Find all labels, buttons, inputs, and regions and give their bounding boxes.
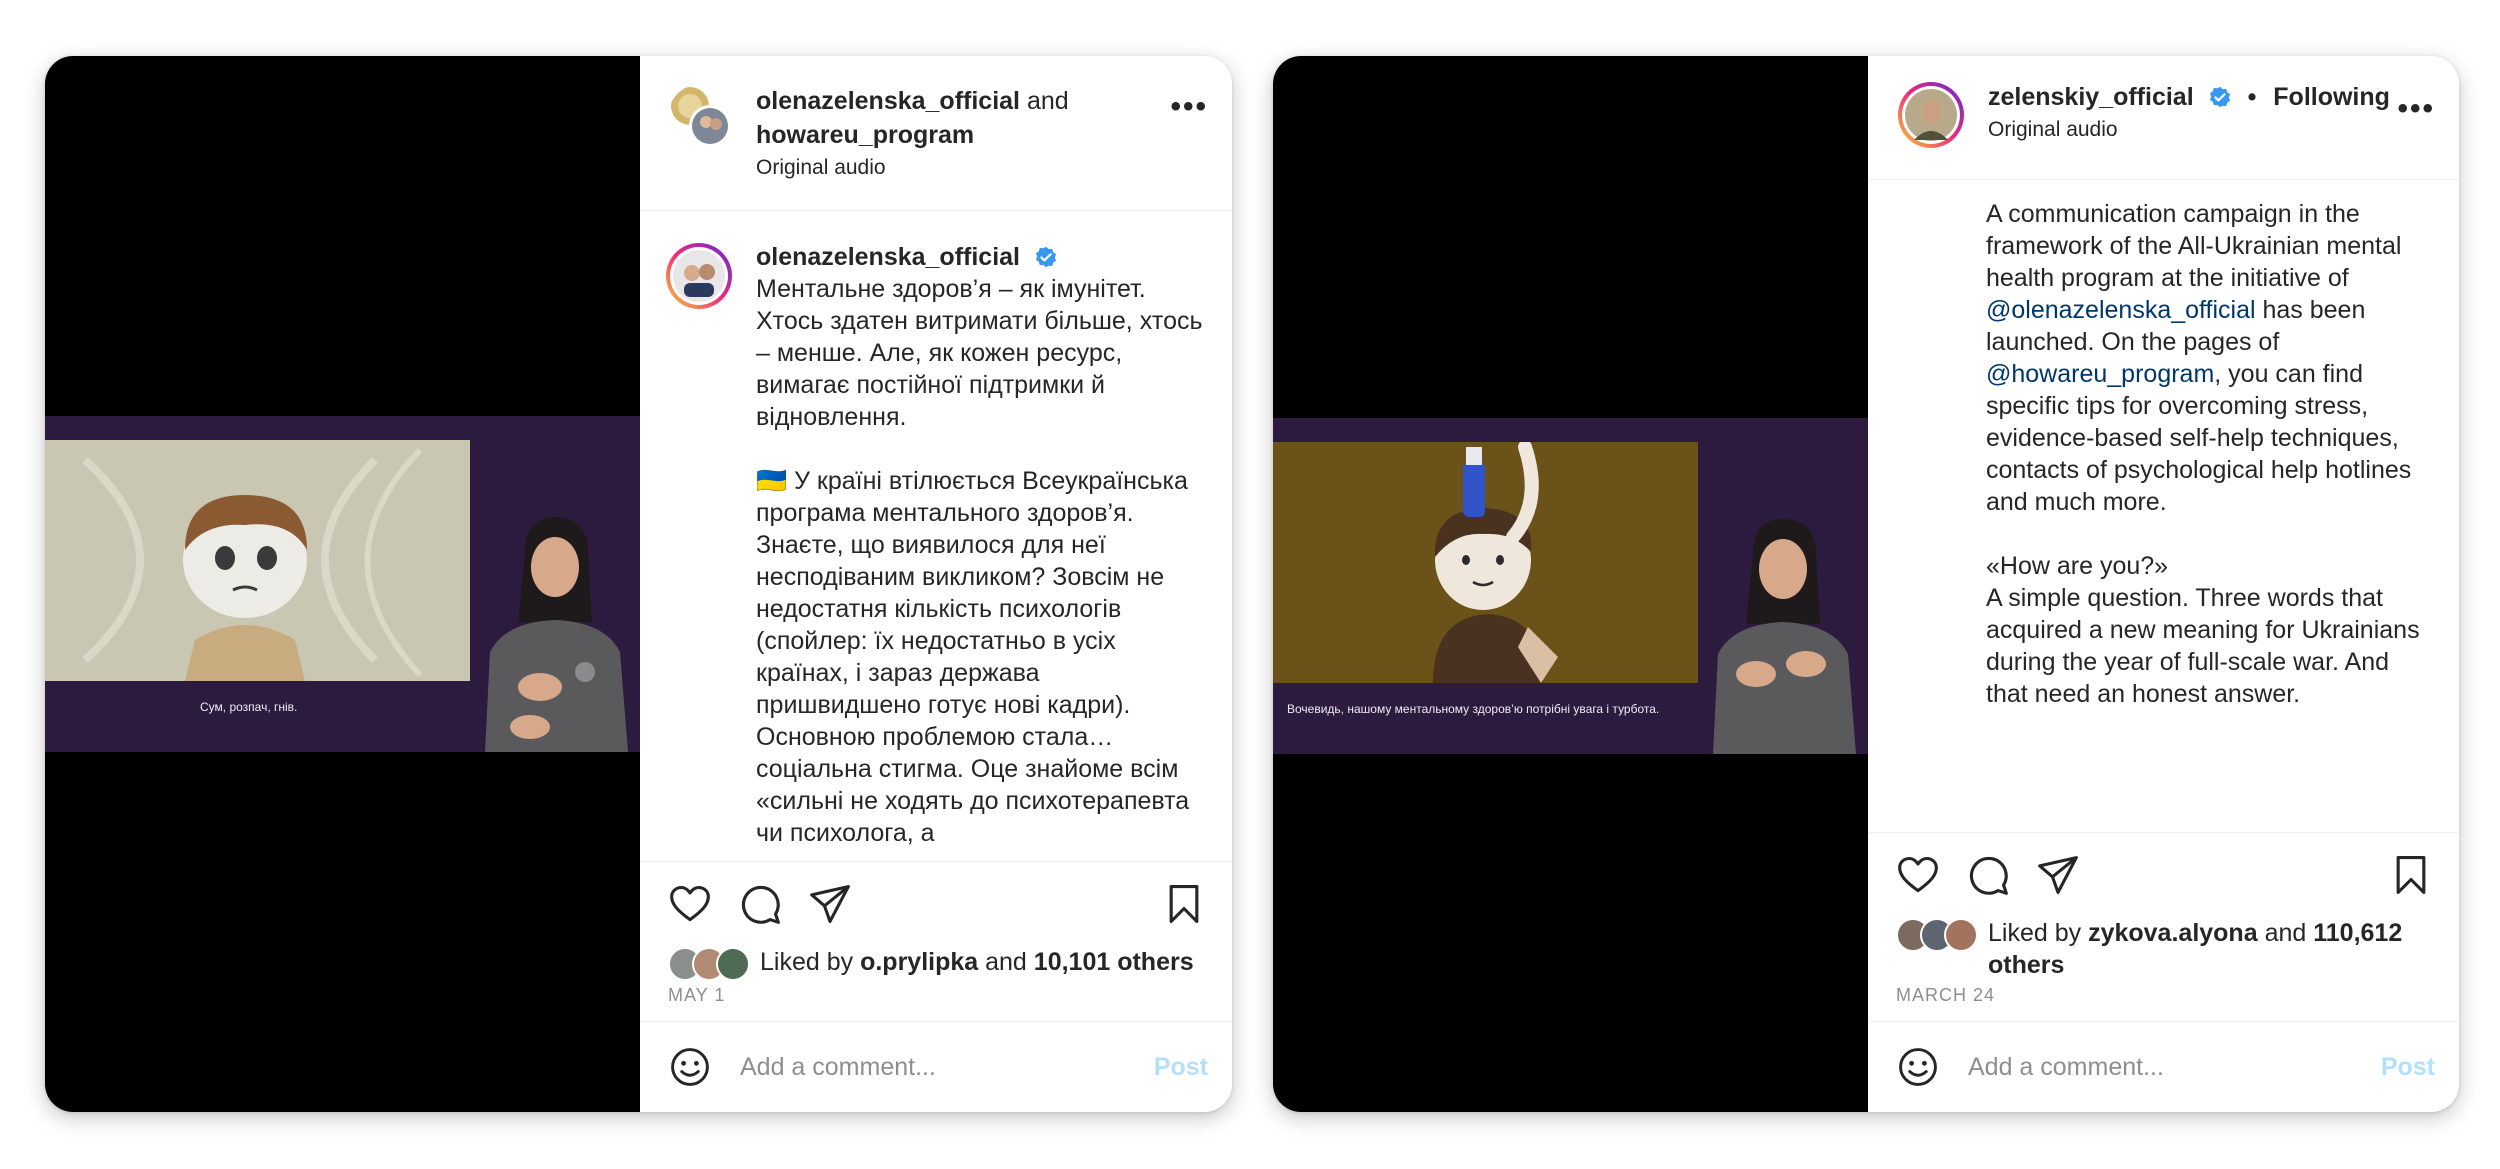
caption-text: «How are you?» xyxy=(1986,552,2169,580)
audio-label[interactable]: Original audio xyxy=(1988,114,2397,146)
likes-summary[interactable]: Liked by zykova.alyona and 110,612 other… xyxy=(1868,917,2459,981)
post-header: olenazelenska_official and howareu_progr… xyxy=(640,56,1232,211)
sign-language-interpreter xyxy=(1698,514,1868,754)
liker-avatars xyxy=(668,947,750,981)
more-options-icon[interactable]: ••• xyxy=(2397,92,2435,126)
video-player[interactable]: Вочевидь, нашому ментальному здоров’ю по… xyxy=(1273,56,1868,1112)
comment-input[interactable] xyxy=(1966,1051,2381,1083)
author-avatar[interactable] xyxy=(1896,80,1966,150)
caption-area[interactable]: olenazelenska_official Ментальне здоров’… xyxy=(640,211,1232,861)
video-frame: Вочевидь, нашому ментальному здоров’ю по… xyxy=(1273,418,1868,754)
emoji-icon[interactable] xyxy=(1896,1045,1940,1089)
likes-count[interactable]: 10,101 others xyxy=(1034,948,1194,976)
caption-paragraph: A communication campaign in the framewor… xyxy=(1986,198,2435,518)
verified-badge-icon xyxy=(2209,86,2230,108)
liker-avatar xyxy=(1944,918,1978,952)
liked-by-and: and xyxy=(985,948,1027,976)
heart-icon[interactable] xyxy=(1896,853,1940,897)
liked-by-user[interactable]: o.prylipka xyxy=(860,948,978,976)
post-panel: zelenskiy_official • Following Original … xyxy=(1868,56,2459,1112)
caption-text: A simple question. Three words that acqu… xyxy=(1986,584,2420,708)
more-options-icon[interactable]: ••• xyxy=(1170,90,1208,124)
comment-icon[interactable] xyxy=(1966,853,2010,897)
video-player[interactable]: Сум, розпач, гнів. xyxy=(45,56,640,1112)
comment-bar: Post xyxy=(640,1021,1232,1112)
action-bar xyxy=(640,861,1232,946)
mention-link[interactable]: @olenazelenska_official xyxy=(1986,296,2256,324)
header-connector: and xyxy=(1026,87,1069,115)
following-button[interactable]: Following xyxy=(2273,83,2390,111)
video-frame: Сум, розпач, гнів. xyxy=(45,416,640,752)
likes-summary[interactable]: Liked by o.prylipka and 10,101 others xyxy=(640,946,1232,981)
animation-flashlight-scene xyxy=(1273,442,1698,683)
emoji-icon[interactable] xyxy=(668,1045,712,1089)
share-icon[interactable] xyxy=(2036,853,2080,897)
header-username[interactable]: zelenskiy_official xyxy=(1988,83,2194,111)
audio-label[interactable]: Original audio xyxy=(756,152,1170,184)
post-comment-button[interactable]: Post xyxy=(1154,1053,1208,1082)
verified-badge-icon xyxy=(1035,246,1057,268)
caption-username[interactable]: olenazelenska_official xyxy=(756,243,1020,271)
liked-by-user[interactable]: zykova.alyona xyxy=(2088,919,2258,947)
post-comment-button[interactable]: Post xyxy=(2381,1053,2435,1082)
liked-by-and: and xyxy=(2264,919,2307,947)
comment-icon[interactable] xyxy=(738,882,782,926)
share-icon[interactable] xyxy=(808,882,852,926)
caption-area[interactable]: A communication campaign in the framewor… xyxy=(1868,180,2459,832)
collab-avatar[interactable] xyxy=(668,84,734,150)
post-card-2: Вочевидь, нашому ментальному здоров’ю по… xyxy=(1273,56,2459,1112)
post-header: zelenskiy_official • Following Original … xyxy=(1868,56,2459,180)
caption-text: A communication campaign in the framewor… xyxy=(1986,200,2402,292)
bookmark-icon[interactable] xyxy=(1162,882,1206,926)
header-username[interactable]: olenazelenska_official xyxy=(756,87,1020,115)
post-date[interactable]: MAY 1 xyxy=(640,981,1232,1021)
action-bar xyxy=(1868,832,2459,917)
caption-paragraph: 🇺🇦 У країні втілюється Всеукраїнська про… xyxy=(756,467,1190,847)
mention-link[interactable]: @howareu_program xyxy=(1986,360,2214,388)
animation-boy-scene xyxy=(45,440,470,681)
caption-paragraph: Ментальне здоров’я – як імунітет. Хтось … xyxy=(756,275,1203,431)
liker-avatar xyxy=(716,947,750,981)
liker-avatars xyxy=(1896,918,1978,952)
liked-by-prefix: Liked by xyxy=(760,948,854,976)
sign-language-interpreter xyxy=(470,512,640,752)
post-date[interactable]: MARCH 24 xyxy=(1868,981,2459,1021)
comment-bar: Post xyxy=(1868,1021,2459,1112)
video-subtitle: Сум, розпач, гнів. xyxy=(200,700,298,714)
video-subtitle: Вочевидь, нашому ментальному здоров’ю по… xyxy=(1287,702,1660,716)
liked-by-prefix: Liked by xyxy=(1988,919,2082,947)
comment-input[interactable] xyxy=(738,1051,1154,1083)
header-separator: • xyxy=(2247,83,2257,111)
caption-paragraph: «How are you?» A simple question. Three w… xyxy=(1986,550,2435,710)
post-card-1: Сум, розпач, гнів. olenazelenska_officia… xyxy=(45,56,1232,1112)
caption-avatar[interactable] xyxy=(664,241,734,311)
heart-icon[interactable] xyxy=(668,882,712,926)
post-panel: olenazelenska_official and howareu_progr… xyxy=(640,56,1232,1112)
bookmark-icon[interactable] xyxy=(2389,853,2433,897)
header-collaborator[interactable]: howareu_program xyxy=(756,118,1170,152)
